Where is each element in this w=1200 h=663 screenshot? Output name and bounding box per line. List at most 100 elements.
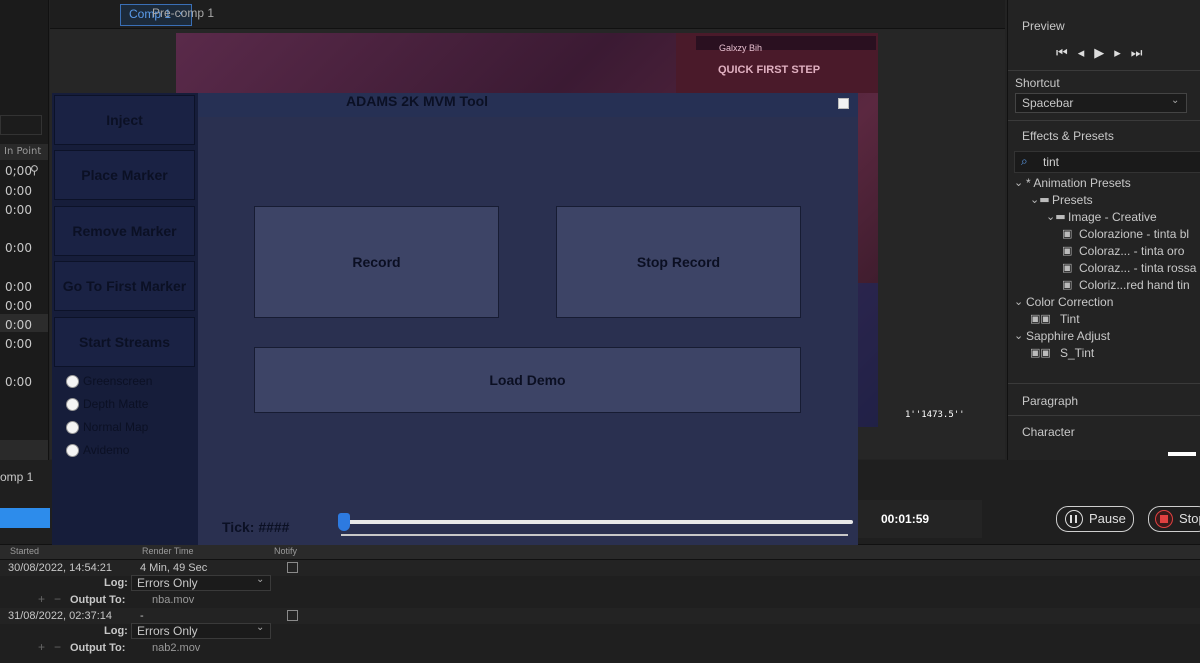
effects-tree-label: Image - Creative [1068, 210, 1157, 224]
effects-tree-item[interactable]: ▣ Colorazione - tinta bl [1008, 226, 1200, 243]
log-label: Log: [104, 577, 128, 589]
tick-slider-track[interactable] [338, 520, 853, 524]
greenscreen-radio[interactable] [66, 375, 79, 388]
close-icon[interactable] [838, 98, 849, 109]
pause-button[interactable]: Pause [1056, 506, 1134, 532]
effects-tree-label: Tint [1060, 312, 1080, 326]
effects-tree: ⌄ * Animation Presets ⌄▬ Presets ⌄▬ Image - C… [1008, 175, 1200, 365]
tab-pre-comp-1[interactable]: Pre-comp 1 [152, 6, 214, 20]
overlay-caption: QUICK FIRST STEP [718, 64, 821, 76]
chevron-down-icon: ⌄ [1014, 176, 1024, 189]
render-queue-header: Started Render Time Notify [0, 544, 1200, 560]
remove-icon[interactable]: − [54, 592, 61, 606]
started-time: 31/08/2022, 02:37:14 [8, 610, 112, 622]
output-label: Output To: [70, 642, 126, 654]
start-streams-button[interactable]: Start Streams [54, 317, 195, 367]
inject-button[interactable]: Inject [54, 95, 195, 145]
effects-search-input[interactable]: ⌕ tint [1014, 151, 1200, 173]
effects-tree-item[interactable]: ▣▣ Tint [1008, 311, 1200, 328]
skip-last-icon[interactable]: ⏭ [1131, 46, 1153, 61]
effects-tree-item[interactable]: ⌄ * Animation Presets [1008, 175, 1200, 192]
log-dropdown[interactable]: Errors Only ⌄ [131, 574, 271, 591]
stats-readout: 1''1473.5'' [905, 410, 965, 420]
tool-titlebar: ADAMS 2K MVM Tool [198, 93, 858, 117]
depth-matte-radio[interactable] [66, 398, 79, 411]
effects-tree-item[interactable]: ▣ Coloriz...red hand tin [1008, 277, 1200, 294]
render-queue-row[interactable] [0, 608, 1200, 624]
go-to-first-marker-button[interactable]: Go To First Marker [54, 261, 195, 311]
render-progress-bar [0, 508, 50, 528]
left-panel: In Point 0;00 ⚲ 0:00 0:00 0:00 0:00 0:00… [0, 0, 49, 460]
tool-main-area: Record Stop Record Load Demo Tick: #### [198, 93, 858, 545]
skip-first-icon[interactable]: ⏮ [1056, 46, 1078, 61]
effect-icon: ▣▣ [1030, 346, 1051, 359]
load-demo-button[interactable]: Load Demo [254, 347, 801, 413]
remove-icon[interactable]: − [54, 640, 61, 654]
normal-map-radio[interactable] [66, 421, 79, 434]
effects-tree-item[interactable]: ▣ Coloraz... - tinta rossa [1008, 260, 1200, 277]
in-point-value: 0:00 [5, 203, 32, 217]
chevron-down-icon: ⌄ [1014, 295, 1024, 308]
effects-tree-label: Coloraz... - tinta rossa [1079, 261, 1197, 275]
add-icon[interactable]: + [38, 592, 45, 606]
log-label: Log: [104, 625, 128, 637]
add-icon[interactable]: + [38, 640, 45, 654]
paragraph-title: Paragraph [1022, 394, 1079, 408]
effects-tree-label: Color Correction [1026, 295, 1114, 309]
preset-icon: ▣ [1062, 278, 1073, 291]
effects-tree-item[interactable]: ⌄▬ Image - Creative [1008, 209, 1200, 226]
stop-button[interactable]: Stop [1148, 506, 1200, 532]
in-point-value: 0:00 [5, 375, 32, 389]
effects-tree-item[interactable]: ⌄ Color Correction [1008, 294, 1200, 311]
effects-tree-item[interactable]: ⌄ Sapphire Adjust [1008, 328, 1200, 345]
composition-tabbar: Comp 1 ‹ Pre-comp 1 [50, 0, 1005, 29]
effects-tree-label: Presets [1052, 193, 1093, 207]
play-icon[interactable]: ▶ [1094, 46, 1114, 61]
effect-icon: ▣▣ [1030, 312, 1051, 325]
effects-tree-label: Coloraz... - tinta oro [1079, 244, 1185, 258]
place-marker-button[interactable]: Place Marker [54, 150, 195, 200]
preset-icon: ▣ [1062, 244, 1073, 257]
output-file[interactable]: nba.mov [152, 594, 194, 606]
in-point-value: 0:00 [5, 299, 32, 313]
render-time: - [140, 610, 144, 622]
effects-tree-label: Sapphire Adjust [1026, 329, 1111, 343]
right-panel: Preview ⏮◂▶▸⏭ Shortcut Spacebar ⌄ Effect… [1007, 0, 1200, 460]
preview-title: Preview [1022, 19, 1065, 33]
effects-tree-item[interactable]: ⌄▬ Presets [1008, 192, 1200, 209]
render-queue-items: 30/08/2022, 14:54:21 4 Min, 49 Sec Log: Err… [0, 560, 1200, 663]
avidemo-radio[interactable] [66, 444, 79, 457]
stop-record-button[interactable]: Stop Record [556, 206, 801, 318]
step-back-icon[interactable]: ◂ [1078, 46, 1095, 61]
in-point-value: 0:00 [5, 318, 32, 332]
effects-tree-item[interactable]: ▣ Coloraz... - tinta oro [1008, 243, 1200, 260]
chevron-down-icon: ⌄ [256, 622, 265, 633]
output-label: Output To: [70, 594, 126, 606]
preset-icon: ▣ [1062, 227, 1073, 240]
left-panel-field[interactable] [0, 115, 42, 135]
record-button[interactable]: Record [254, 206, 499, 318]
effects-presets-title: Effects & Presets [1022, 129, 1114, 143]
notify-checkbox[interactable] [287, 610, 298, 621]
character-title: Character [1022, 425, 1075, 439]
in-point-header: In Point [4, 146, 42, 157]
in-point-value: 0:00 [5, 241, 32, 255]
started-time: 30/08/2022, 14:54:21 [8, 562, 112, 574]
remove-marker-button[interactable]: Remove Marker [54, 206, 195, 256]
log-dropdown[interactable]: Errors Only ⌄ [131, 622, 271, 639]
output-file[interactable]: nab2.mov [152, 642, 200, 654]
effects-tree-label: Colorazione - tinta bl [1079, 227, 1190, 241]
log-value: Errors Only [137, 576, 198, 590]
chevron-down-icon: ⌄ [256, 574, 265, 585]
step-forward-icon[interactable]: ▸ [1114, 46, 1131, 61]
shortcut-title: Shortcut [1015, 76, 1060, 90]
render-queue-comp-tab[interactable]: omp 1 [0, 470, 33, 484]
avidemo-label: Avidemo [83, 443, 130, 457]
tick-slider-thumb[interactable] [338, 513, 350, 531]
effects-tree-item[interactable]: ▣▣ S_Tint [1008, 345, 1200, 362]
shortcut-dropdown[interactable]: Spacebar ⌄ [1015, 93, 1187, 113]
tool-title: ADAMS 2K MVM Tool [346, 93, 489, 109]
elapsed-time: 00:01:59 [881, 512, 930, 526]
notify-checkbox[interactable] [287, 562, 298, 573]
pause-icon [1065, 510, 1083, 528]
